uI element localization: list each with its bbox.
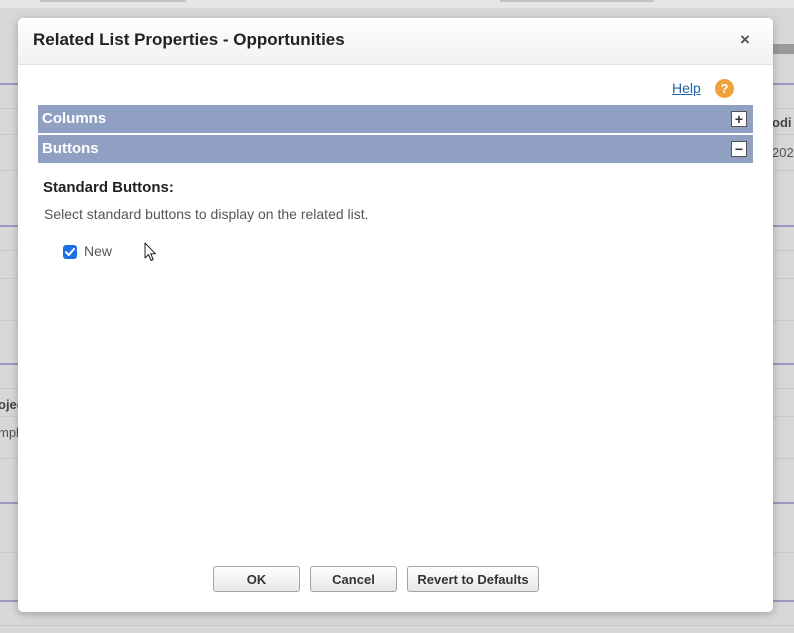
collapse-icon[interactable]: −: [731, 141, 747, 157]
ok-button[interactable]: OK: [213, 566, 300, 592]
checkmark-icon: [65, 248, 75, 256]
dialog-header: Related List Properties - Opportunities …: [18, 18, 773, 65]
mouse-pointer-icon: [144, 242, 156, 261]
background-column-header: odi: [772, 115, 792, 130]
expand-icon[interactable]: +: [731, 111, 747, 127]
related-list-properties-dialog: Related List Properties - Opportunities …: [18, 18, 773, 612]
background-tab: [500, 0, 654, 2]
background-cell-value: mpl: [0, 425, 19, 440]
background-row-line: [0, 625, 794, 626]
help-icon[interactable]: ?: [715, 79, 734, 98]
standard-buttons-description: Select standard buttons to display on th…: [44, 206, 369, 222]
help-link[interactable]: Help: [672, 80, 701, 96]
background-scrollbar: [773, 44, 794, 54]
close-icon[interactable]: ×: [732, 28, 758, 52]
section-buttons-label: Buttons: [42, 140, 99, 157]
background-tab: [40, 0, 186, 2]
new-button-checkbox[interactable]: [63, 245, 77, 259]
background-cell-value: 202: [772, 145, 794, 160]
section-columns[interactable]: Columns +: [38, 105, 753, 133]
cancel-button[interactable]: Cancel: [310, 566, 397, 592]
section-buttons[interactable]: Buttons −: [38, 135, 753, 163]
new-button-checkbox-label: New: [84, 243, 113, 259]
standard-buttons-heading: Standard Buttons:: [43, 179, 174, 196]
revert-to-defaults-button[interactable]: Revert to Defaults: [407, 566, 539, 592]
dialog-title: Related List Properties - Opportunities: [33, 30, 345, 49]
section-columns-label: Columns: [42, 110, 107, 127]
